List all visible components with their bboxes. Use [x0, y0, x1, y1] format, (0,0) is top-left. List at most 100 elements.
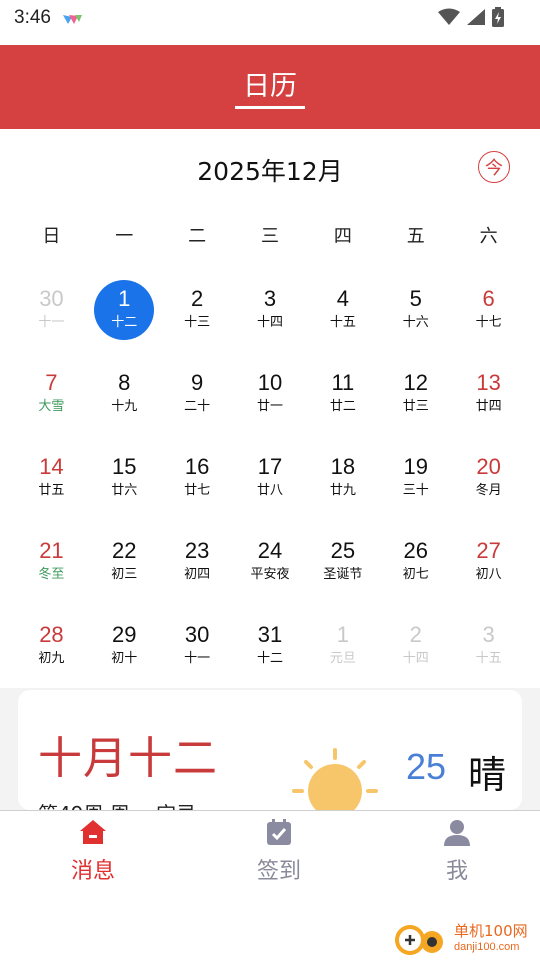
day-number: 16 — [184, 454, 210, 479]
weekday-label: 日 — [42, 226, 61, 247]
lunar-label: 十四 — [402, 651, 429, 666]
wifi-icon — [438, 8, 460, 30]
lunar-label: 廿五 — [38, 483, 65, 498]
lunar-label: 十一 — [38, 315, 65, 330]
signal-icon — [466, 8, 486, 30]
day-number: 14 — [39, 454, 64, 479]
day-number: 1 — [118, 286, 131, 311]
calendar-day-cell[interactable]: 23 初四 — [161, 532, 234, 616]
today-button[interactable]: 今 — [478, 151, 510, 183]
day-number: 31 — [257, 622, 283, 647]
day-number: 8 — [118, 370, 131, 395]
calendar-day-cell[interactable]: 1 十二 — [88, 280, 161, 364]
calendar-day-cell[interactable]: 13 廿四 — [452, 364, 525, 448]
nav-item-me[interactable]: 我 — [397, 817, 517, 885]
calendar-day-cell[interactable]: 8 十九 — [88, 364, 161, 448]
day-number: 25 — [330, 538, 356, 563]
weekday-label: 二 — [188, 226, 207, 247]
lunar-label: 圣诞节 — [323, 567, 363, 582]
nav-item-checkin[interactable]: 签到 — [219, 817, 339, 885]
lunar-label: 十七 — [475, 315, 502, 330]
lunar-label: 廿七 — [184, 483, 211, 498]
calendar-day-cell[interactable]: 3 十四 — [234, 280, 307, 364]
nav-label: 我 — [445, 859, 468, 884]
lunar-label: 初四 — [184, 567, 211, 582]
calendar-day-cell[interactable]: 15 廿六 — [88, 448, 161, 532]
nav-label: 签到 — [256, 859, 301, 884]
weekday-label: 六 — [479, 226, 498, 247]
weekday-label: 五 — [406, 226, 425, 247]
calendar-week-row: 14 廿五 15 廿六 16 廿七 17 廿八 18 廿九 19 三十 20 冬月 — [15, 448, 525, 532]
calendar-day-cell[interactable]: 24 平安夜 — [234, 532, 307, 616]
battery-icon — [492, 7, 504, 31]
calendar-day-cell[interactable]: 7 大雪 — [15, 364, 88, 448]
day-number: 27 — [476, 538, 501, 563]
calendar-day-cell[interactable]: 12 廿三 — [379, 364, 452, 448]
watermark-logo — [392, 918, 452, 958]
calendar-day-cell[interactable]: 21 冬至 — [15, 532, 88, 616]
lunar-label: 廿九 — [329, 483, 356, 498]
day-number: 12 — [403, 370, 428, 395]
calendar-day-cell[interactable]: 4 十五 — [306, 280, 379, 364]
weekday-label: 三 — [261, 226, 279, 247]
day-number: 3 — [482, 622, 495, 647]
day-number: 10 — [257, 370, 283, 395]
day-number: 24 — [257, 538, 283, 563]
calendar-day-cell[interactable]: 18 廿九 — [306, 448, 379, 532]
calendar-day-cell[interactable]: 19 三十 — [379, 448, 452, 532]
lunar-label: 三十 — [402, 483, 429, 498]
calendar-day-cell[interactable]: 10 廿一 — [234, 364, 307, 448]
calendar-day-cell[interactable]: 30 十一 — [15, 280, 88, 364]
month-title: 2025年12月 — [197, 157, 343, 186]
day-number: 30 — [184, 622, 210, 647]
day-number: 4 — [336, 286, 349, 311]
watermark: 单机100网 danji100.com — [392, 918, 538, 958]
lunar-label: 十三 — [184, 315, 211, 330]
day-number: 13 — [476, 370, 501, 395]
home-icon — [78, 817, 108, 847]
temperature: 25 — [406, 746, 447, 787]
day-number: 20 — [476, 454, 501, 479]
user-icon — [442, 817, 472, 847]
lunar-label: 初三 — [111, 567, 138, 582]
nav-item-messages[interactable]: 消息 — [33, 817, 153, 885]
lunar-label: 廿八 — [257, 483, 284, 498]
day-number: 21 — [39, 538, 64, 563]
calendar-day-cell[interactable]: 14 廿五 — [15, 448, 88, 532]
calendar-day-cell[interactable]: 9 二十 — [161, 364, 234, 448]
lunar-label: 初八 — [475, 567, 502, 582]
lunar-label: 二十 — [184, 399, 211, 414]
weather-condition: 晴 — [468, 753, 507, 797]
lunar-label: 廿一 — [257, 399, 284, 414]
calendar-day-cell[interactable]: 17 廿八 — [234, 448, 307, 532]
calendar-day-cell[interactable]: 27 初八 — [452, 532, 525, 616]
calendar-day-cell[interactable]: 5 十六 — [379, 280, 452, 364]
day-number: 29 — [112, 622, 137, 647]
calendar-day-cell[interactable]: 16 廿七 — [161, 448, 234, 532]
calendar-week-row: 30 十一 1 十二 2 十三 3 十四 4 十五 5 十六 6 十七 — [15, 280, 525, 364]
weekday-label: 四 — [333, 226, 352, 247]
day-info-card[interactable]: 十月十二 第49周 周一 宜忌 25 晴 — [18, 690, 522, 810]
calendar-day-cell[interactable]: 26 初七 — [379, 532, 452, 616]
day-number: 3 — [263, 286, 277, 311]
day-number: 6 — [482, 286, 495, 311]
day-number: 28 — [39, 622, 64, 647]
calendar-week-row: 7 大雪 8 十九 9 二十 10 廿一 11 廿二 12 廿三 13 廿四 — [15, 364, 525, 448]
day-number: 2 — [409, 622, 422, 647]
sun-icon — [290, 746, 380, 810]
calendar-day-cell[interactable]: 6 十七 — [452, 280, 525, 364]
day-number: 18 — [330, 454, 356, 479]
calendar-day-cell[interactable]: 22 初三 — [88, 532, 161, 616]
calendar-week-row: 21 冬至 22 初三 23 初四 24 平安夜 25 圣诞节 26 初七 27 初八 — [15, 532, 525, 616]
lunar-label: 廿三 — [402, 399, 429, 414]
lunar-label: 十一 — [184, 651, 211, 666]
day-number: 22 — [112, 538, 137, 563]
day-number: 23 — [184, 538, 210, 563]
calendar-day-cell[interactable]: 25 圣诞节 — [306, 532, 379, 616]
calendar-day-cell[interactable]: 2 十三 — [161, 280, 234, 364]
watermark-url: danji100.com — [454, 940, 520, 953]
calendar-day-cell[interactable]: 11 廿二 — [306, 364, 379, 448]
lunar-label: 平安夜 — [250, 567, 290, 582]
lunar-label: 冬月 — [475, 483, 502, 498]
calendar-day-cell[interactable]: 20 冬月 — [452, 448, 525, 532]
